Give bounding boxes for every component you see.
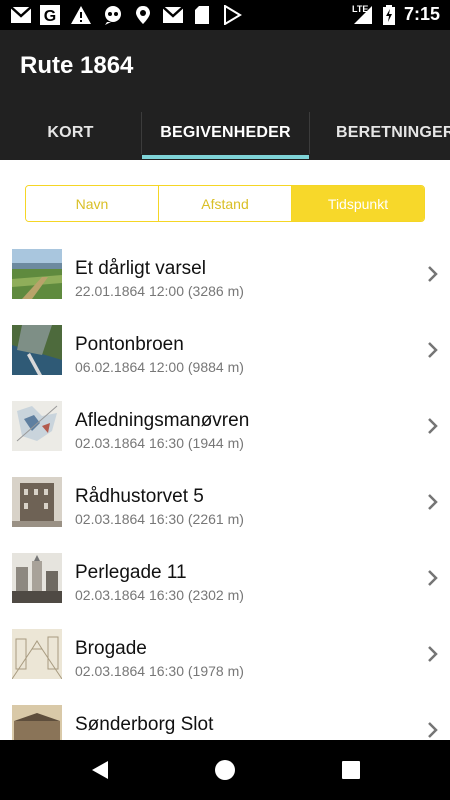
system-navigation-bar: [0, 740, 450, 800]
event-thumbnail: [12, 553, 62, 603]
event-title: Rådhustorvet 5: [75, 486, 204, 507]
chevron-right-icon: [428, 722, 438, 738]
chevron-right-icon: [428, 646, 438, 662]
clock: 7:15: [403, 4, 440, 24]
event-date-distance: 02.03.1864 16:30 (2302 m): [75, 587, 244, 603]
gmail-icon: [162, 6, 184, 23]
chevron-right-icon: [428, 342, 438, 358]
event-date-distance: 02.03.1864 16:30 (2261 m): [75, 511, 244, 527]
sd-card-icon: [195, 6, 209, 24]
svg-text:G: G: [44, 8, 56, 25]
event-list: Et dårligt varsel 22.01.1864 12:00 (3286…: [0, 236, 450, 740]
sort-by-time-button[interactable]: Tidspunkt: [291, 186, 424, 221]
tab-bar: KORT BEGIVENHEDER BERETNINGER: [0, 106, 450, 160]
back-icon[interactable]: [88, 758, 112, 782]
sort-segmented-control: Navn Afstand Tidspunkt: [25, 185, 425, 222]
recents-icon[interactable]: [339, 758, 363, 782]
chevron-right-icon: [428, 494, 438, 510]
event-title: Pontonbroen: [75, 334, 184, 355]
event-date-distance: 02.03.1864 16:30 (1978 m): [75, 663, 244, 679]
event-list-item[interactable]: Perlegade 11 02.03.1864 16:30 (2302 m): [0, 540, 450, 616]
app-bar: Rute 1864: [0, 30, 450, 106]
event-thumbnail: [12, 477, 62, 527]
battery-charging-icon: [383, 5, 395, 25]
selected-tab-indicator: [142, 155, 309, 159]
event-list-item[interactable]: Rådhustorvet 5 02.03.1864 16:30 (2261 m): [0, 464, 450, 540]
signal-icon: [354, 6, 372, 24]
gmail-icon: [10, 6, 32, 23]
chevron-right-icon: [428, 266, 438, 282]
event-thumbnail: [12, 629, 62, 679]
event-title: Et dårligt varsel: [75, 258, 206, 279]
app-title: Rute 1864: [20, 52, 134, 79]
event-list-item[interactable]: Afledningsmanøvren 02.03.1864 16:30 (194…: [0, 388, 450, 464]
event-thumbnail: [12, 325, 62, 375]
warning-icon: [71, 6, 91, 24]
event-thumbnail: [12, 249, 62, 299]
tab-begivenheder[interactable]: BEGIVENHEDER: [142, 106, 309, 160]
chevron-right-icon: [428, 418, 438, 434]
event-list-item[interactable]: Et dårligt varsel 22.01.1864 12:00 (3286…: [0, 236, 450, 312]
event-title: Afledningsmanøvren: [75, 410, 250, 431]
play-store-icon: [224, 5, 242, 25]
voicemail-icon: [105, 6, 121, 25]
event-list-item[interactable]: Brogade 02.03.1864 16:30 (1978 m): [0, 616, 450, 692]
sort-by-name-button[interactable]: Navn: [26, 186, 158, 221]
status-bar: G LTE 7:15: [0, 0, 450, 30]
google-icon: G: [40, 5, 60, 25]
event-date-distance: 06.02.1864 12:00 (9884 m): [75, 359, 244, 375]
event-title: Perlegade 11: [75, 562, 187, 583]
event-title: Sønderborg Slot: [75, 714, 214, 735]
chevron-right-icon: [428, 570, 438, 586]
home-icon[interactable]: [213, 758, 237, 782]
event-thumbnail: [12, 401, 62, 451]
sort-by-distance-button[interactable]: Afstand: [158, 186, 291, 221]
tab-beretninger[interactable]: BERETNINGER: [310, 106, 450, 160]
event-list-item[interactable]: Sønderborg Slot: [0, 692, 450, 740]
event-list-item[interactable]: Pontonbroen 06.02.1864 12:00 (9884 m): [0, 312, 450, 388]
event-date-distance: 22.01.1864 12:00 (3286 m): [75, 283, 244, 299]
location-icon: [136, 6, 150, 24]
event-thumbnail: [12, 705, 62, 740]
tab-kort[interactable]: KORT: [0, 106, 141, 160]
event-date-distance: 02.03.1864 16:30 (1944 m): [75, 435, 244, 451]
event-title: Brogade: [75, 638, 147, 659]
